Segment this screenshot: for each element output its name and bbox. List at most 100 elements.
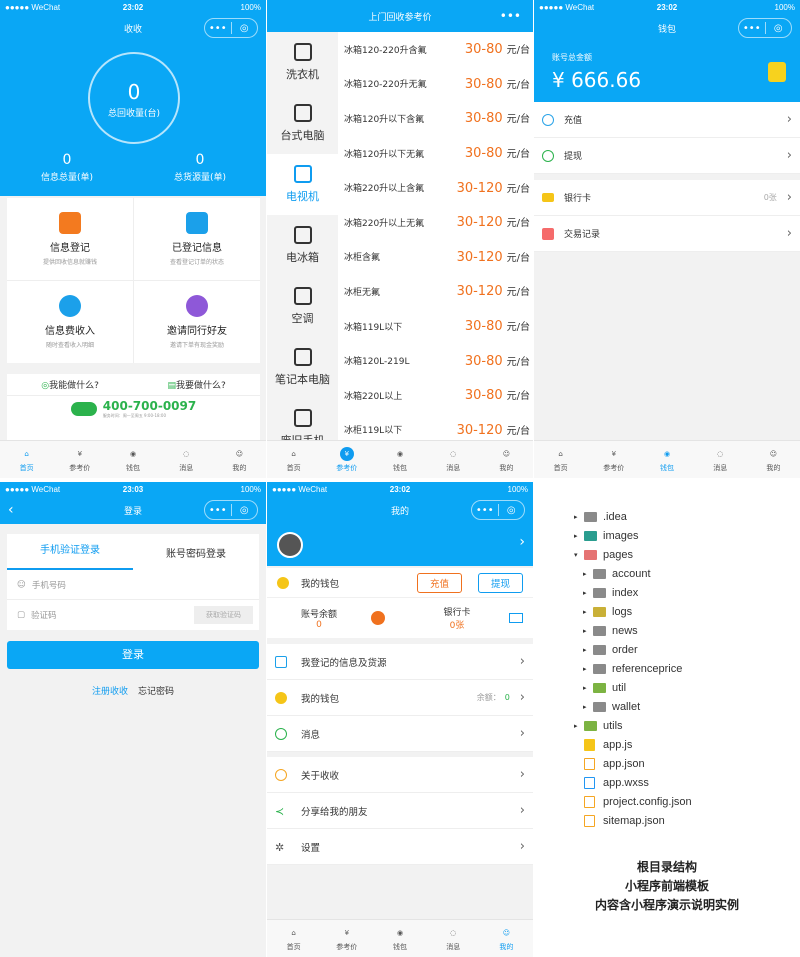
cat-laptop[interactable]: 笔记本电脑 xyxy=(267,337,338,398)
tree-folder[interactable]: ▸ logs xyxy=(574,602,692,621)
close-mini-icon[interactable]: ◎ xyxy=(766,23,792,34)
tab-messages[interactable]: ◌ 消息 xyxy=(160,441,213,478)
cat-desktop[interactable]: 台式电脑 xyxy=(267,93,338,154)
price-item[interactable]: 冰柜119L以下 30-120 元/台 xyxy=(338,413,533,440)
price-item[interactable]: 冰箱119L以下 30-80 元/台 xyxy=(338,309,533,344)
tab-home[interactable]: ⌂ 首页 xyxy=(0,441,53,478)
card-income[interactable]: 信息费收入 随时查看收入明细 xyxy=(7,281,133,363)
tree-folder[interactable]: ▸ news xyxy=(574,621,692,640)
my-wallet-row[interactable]: 我的钱包 余额： 0 › xyxy=(267,680,533,716)
messages-row[interactable]: 消息 › xyxy=(267,716,533,752)
tab-mine[interactable]: ☺ 我的 xyxy=(480,441,533,478)
login-button[interactable]: 登录 xyxy=(7,641,259,669)
tab-messages[interactable]: ◌ 消息 xyxy=(427,441,480,478)
tree-file[interactable]: project.config.json xyxy=(574,792,692,811)
price-item[interactable]: 冰箱220升以上无氟 30-120 元/台 xyxy=(338,205,533,240)
cat-tv[interactable]: 电视机 xyxy=(267,154,338,215)
recharge-row[interactable]: 充值 › xyxy=(534,102,800,138)
more-icon[interactable]: ••• xyxy=(739,23,765,34)
code-input[interactable]: 验证码 xyxy=(31,609,194,621)
capsule-menu[interactable]: ••• ◎ xyxy=(738,18,792,38)
settings-row[interactable]: ✲ 设置 › xyxy=(267,829,533,865)
more-icon[interactable]: ••• xyxy=(205,23,231,34)
balance-cell[interactable]: 账号余额 0 xyxy=(267,607,371,630)
tree-folder[interactable]: ▸ order xyxy=(574,640,692,659)
card-invite[interactable]: 邀请同行好友 邀请下单有现金奖励 xyxy=(134,281,260,363)
want-do-link[interactable]: ▤我要做什么? xyxy=(167,378,225,391)
cat-washer[interactable]: 洗衣机 xyxy=(267,32,338,93)
tree-file[interactable]: app.wxss xyxy=(574,773,692,792)
tree-file[interactable]: app.js xyxy=(574,735,692,754)
price-item[interactable]: 冰箱120L-219L 30-80 元/台 xyxy=(338,343,533,378)
price-item[interactable]: 冰柜无氟 30-120 元/台 xyxy=(338,274,533,309)
tab-sms-login[interactable]: 手机验证登录 xyxy=(7,534,133,570)
tab-home[interactable]: ⌂ 首页 xyxy=(267,441,320,478)
capsule-menu[interactable]: ••• ◎ xyxy=(204,18,258,38)
tree-folder[interactable]: ▸ account xyxy=(574,564,692,583)
close-mini-icon[interactable]: ◎ xyxy=(232,505,258,516)
card-registered[interactable]: 已登记信息 查看登记订单的状态 xyxy=(134,198,260,280)
tab-wallet[interactable]: ◉ 钱包 xyxy=(640,441,693,478)
tab-wallet[interactable]: ◉ 钱包 xyxy=(373,920,426,957)
my-info-row[interactable]: 我登记的信息及货源 › xyxy=(267,644,533,680)
tab-password-login[interactable]: 账号密码登录 xyxy=(133,545,259,560)
tab-wallet[interactable]: ◉ 钱包 xyxy=(373,441,426,478)
price-item[interactable]: 冰箱220L以上 30-80 元/台 xyxy=(338,378,533,413)
avatar[interactable] xyxy=(277,532,303,558)
price-item[interactable]: 冰箱120升以下无氟 30-80 元/台 xyxy=(338,136,533,171)
tab-wallet[interactable]: ◉ 钱包 xyxy=(106,441,159,478)
more-icon[interactable]: ••• xyxy=(472,505,498,516)
tree-folder[interactable]: ▸ .idea xyxy=(574,507,692,526)
bankcard-row[interactable]: 银行卡 0张 › xyxy=(534,180,800,216)
tree-folder[interactable]: ▾ pages xyxy=(574,545,692,564)
price-item[interactable]: 冰柜含氟 30-120 元/台 xyxy=(338,240,533,275)
phone-line[interactable]: 400-700-0097 服务时间：周一至周五 9:00-18:00 xyxy=(7,396,260,422)
about-row[interactable]: 关于收收 › xyxy=(267,757,533,793)
share-row[interactable]: ≺ 分享给我的朋友 › xyxy=(267,793,533,829)
tree-folder[interactable]: ▸ images xyxy=(574,526,692,545)
phone-input[interactable]: 手机号码 xyxy=(32,579,249,591)
tab-price[interactable]: ¥ 参考价 xyxy=(587,441,640,478)
capsule-menu[interactable]: ••• ◎ xyxy=(471,500,525,520)
tree-folder[interactable]: ▸ utils xyxy=(574,716,692,735)
capsule-menu[interactable]: ••• ◎ xyxy=(204,500,258,520)
register-link[interactable]: 注册收收 xyxy=(92,687,128,697)
price-item[interactable]: 冰箱120-220升无氟 30-80 元/台 xyxy=(338,67,533,102)
more-icon[interactable]: ••• xyxy=(205,505,231,516)
can-do-link[interactable]: ◎我能做什么? xyxy=(41,378,99,391)
tree-file[interactable]: app.json xyxy=(574,754,692,773)
cat-ac[interactable]: 空调 xyxy=(267,276,338,337)
tab-messages[interactable]: ◌ 消息 xyxy=(427,920,480,957)
recharge-button[interactable]: 充值 xyxy=(416,572,462,593)
tab-price[interactable]: ¥ 参考价 xyxy=(320,441,373,478)
transactions-row[interactable]: 交易记录 › xyxy=(534,216,800,252)
price-item[interactable]: 冰箱220升以上含氟 30-120 元/台 xyxy=(338,170,533,205)
tab-mine[interactable]: ☺ 我的 xyxy=(213,441,266,478)
tree-folder[interactable]: ▸ referenceprice xyxy=(574,659,692,678)
tree-folder[interactable]: ▸ util xyxy=(574,678,692,697)
tab-messages[interactable]: ◌ 消息 xyxy=(694,441,747,478)
tree-folder[interactable]: ▸ index xyxy=(574,583,692,602)
close-mini-icon[interactable]: ◎ xyxy=(499,505,525,516)
tab-home[interactable]: ⌂ 首页 xyxy=(534,441,587,478)
tab-price[interactable]: ¥ 参考价 xyxy=(53,441,106,478)
tab-mine[interactable]: ☺ 我的 xyxy=(747,441,800,478)
tab-mine[interactable]: ☺ 我的 xyxy=(480,920,533,957)
get-code-button[interactable]: 获取验证码 xyxy=(194,606,253,624)
more-icon[interactable]: ••• xyxy=(500,9,521,23)
back-icon[interactable]: ‹ xyxy=(8,502,14,518)
close-mini-icon[interactable]: ◎ xyxy=(232,23,258,34)
tab-home[interactable]: ⌂ 首页 xyxy=(267,920,320,957)
withdraw-row[interactable]: 提现 › xyxy=(534,138,800,174)
card-info-register[interactable]: 信息登记 提供回收信息就赚钱 xyxy=(7,198,133,280)
price-item[interactable]: 冰箱120升以下含氟 30-80 元/台 xyxy=(338,101,533,136)
forgot-link[interactable]: 忘记密码 xyxy=(138,687,174,697)
tree-folder[interactable]: ▸ wallet xyxy=(574,697,692,716)
card-cell[interactable]: 银行卡 0张 xyxy=(405,605,509,631)
cat-fridge[interactable]: 电冰箱 xyxy=(267,215,338,276)
tree-file[interactable]: sitemap.json xyxy=(574,811,692,830)
tab-price[interactable]: ¥ 参考价 xyxy=(320,920,373,957)
price-item[interactable]: 冰箱120-220升含氟 30-80 元/台 xyxy=(338,32,533,67)
withdraw-button[interactable]: 提现 xyxy=(477,572,523,593)
chevron-right-icon[interactable]: › xyxy=(519,534,525,550)
